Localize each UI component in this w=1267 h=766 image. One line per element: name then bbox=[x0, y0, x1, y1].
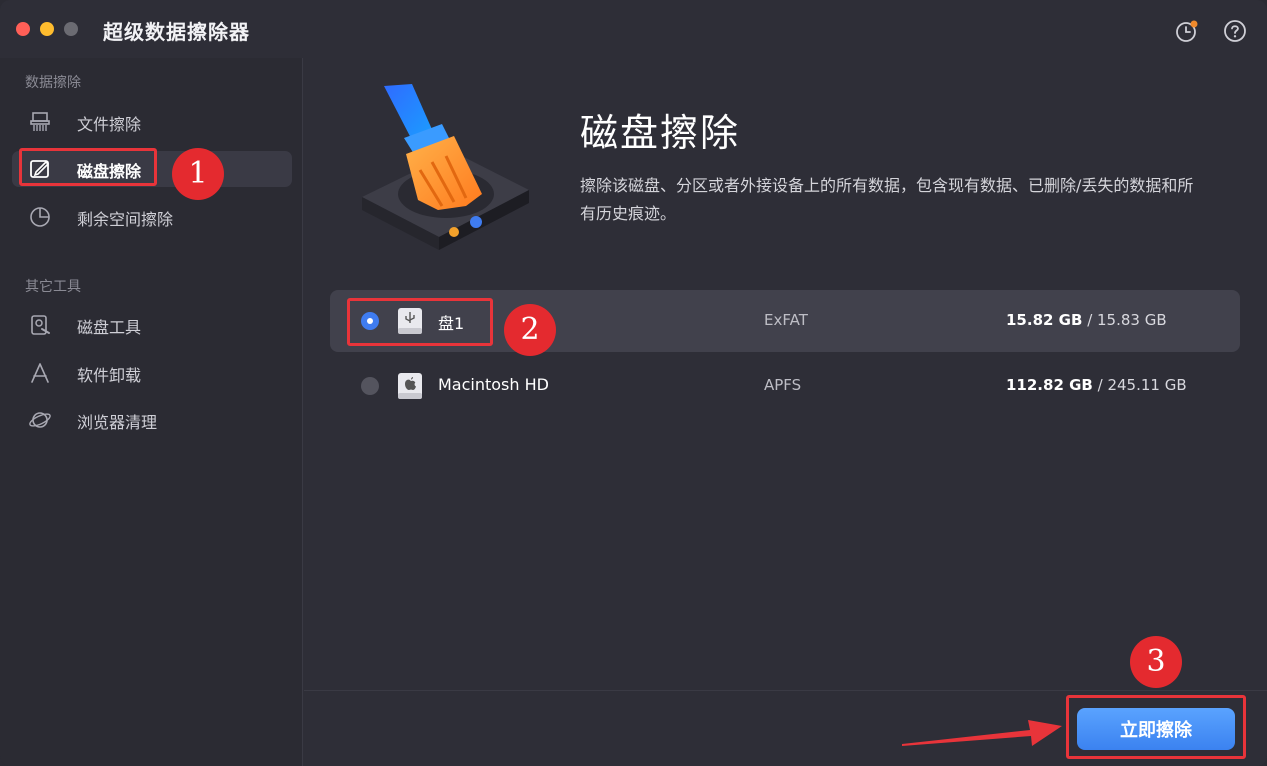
drive-row-macintosh-hd[interactable]: Macintosh HD APFS 112.82 GB / 245.11 GB bbox=[330, 355, 1240, 417]
sidebar-item-app-uninstall[interactable]: 软件卸载 bbox=[12, 355, 292, 391]
page-title: 磁盘擦除 bbox=[580, 111, 741, 155]
section-label-data-wipe: 数据擦除 bbox=[25, 75, 81, 91]
step-badge-1: 1 bbox=[172, 148, 224, 200]
drive-total: 15.83 GB bbox=[1097, 311, 1167, 329]
page-description: 擦除该磁盘、分区或者外接设备上的所有数据，包含现有数据、已删除/丢失的数据和所有… bbox=[580, 176, 1194, 223]
main-panel: 磁盘擦除 擦除该磁盘、分区或者外接设备上的所有数据，包含现有数据、已删除/丢失的… bbox=[304, 58, 1267, 766]
capacity-separator: / bbox=[1092, 376, 1108, 394]
sidebar-item-label: 文件擦除 bbox=[77, 115, 142, 134]
help-icon[interactable] bbox=[1223, 19, 1247, 43]
sidebar-item-disk-tools[interactable]: 磁盘工具 bbox=[12, 307, 292, 343]
disk-tool-icon bbox=[31, 315, 50, 335]
app-title: 超级数据擦除器 bbox=[103, 20, 250, 44]
drive-filesystem: APFS bbox=[764, 376, 802, 394]
drive-filesystem: ExFAT bbox=[764, 311, 808, 329]
highlight-box-step3 bbox=[1066, 695, 1246, 759]
sidebar-item-free-space-wipe[interactable]: 剩余空间擦除 bbox=[12, 199, 292, 235]
broom-disk-illustration bbox=[362, 84, 529, 250]
sidebar-item-browser-clean[interactable]: 浏览器清理 bbox=[12, 402, 292, 438]
history-icon[interactable] bbox=[1175, 19, 1199, 43]
drive-used: 112.82 GB bbox=[1006, 376, 1093, 394]
drive-capacity: 15.82 GB / 15.83 GB bbox=[1006, 311, 1167, 329]
minimize-window-button[interactable] bbox=[40, 22, 54, 36]
title-bar: 超级数据擦除器 bbox=[0, 0, 1267, 58]
drive-radio-unselected[interactable] bbox=[361, 377, 379, 395]
planet-icon bbox=[29, 412, 51, 428]
footer-divider bbox=[304, 690, 1267, 691]
sidebar-item-label: 浏览器清理 bbox=[77, 413, 158, 432]
capacity-separator: / bbox=[1082, 311, 1098, 329]
close-window-button[interactable] bbox=[16, 22, 30, 36]
pie-chart-icon bbox=[30, 207, 50, 227]
drive-capacity: 112.82 GB / 245.11 GB bbox=[1006, 376, 1187, 394]
sidebar-item-label: 磁盘工具 bbox=[77, 318, 142, 337]
sidebar-item-label: 软件卸载 bbox=[77, 366, 142, 385]
zoom-window-button[interactable] bbox=[64, 22, 78, 36]
app-window: 超级数据擦除器 数据擦除 文件擦除 磁盘擦除 剩余空间擦除 其它工具 磁盘工具 … bbox=[0, 0, 1267, 766]
sidebar-item-label: 剩余空间擦除 bbox=[77, 210, 174, 229]
step-badge-2: 2 bbox=[504, 304, 556, 356]
section-label-other-tools: 其它工具 bbox=[25, 279, 81, 295]
drive-name: Macintosh HD bbox=[438, 375, 549, 394]
sidebar-item-file-wipe[interactable]: 文件擦除 bbox=[12, 104, 292, 140]
highlight-box-step1 bbox=[19, 148, 157, 186]
shredder-icon bbox=[30, 112, 50, 131]
drive-used: 15.82 GB bbox=[1006, 311, 1083, 329]
app-uninstall-icon bbox=[31, 363, 49, 383]
step-badge-3: 3 bbox=[1130, 636, 1182, 688]
highlight-box-step2 bbox=[347, 298, 493, 346]
red-arrow-pointer bbox=[902, 720, 1062, 746]
apple-drive-icon bbox=[398, 373, 422, 399]
drive-total: 245.11 GB bbox=[1107, 376, 1187, 394]
